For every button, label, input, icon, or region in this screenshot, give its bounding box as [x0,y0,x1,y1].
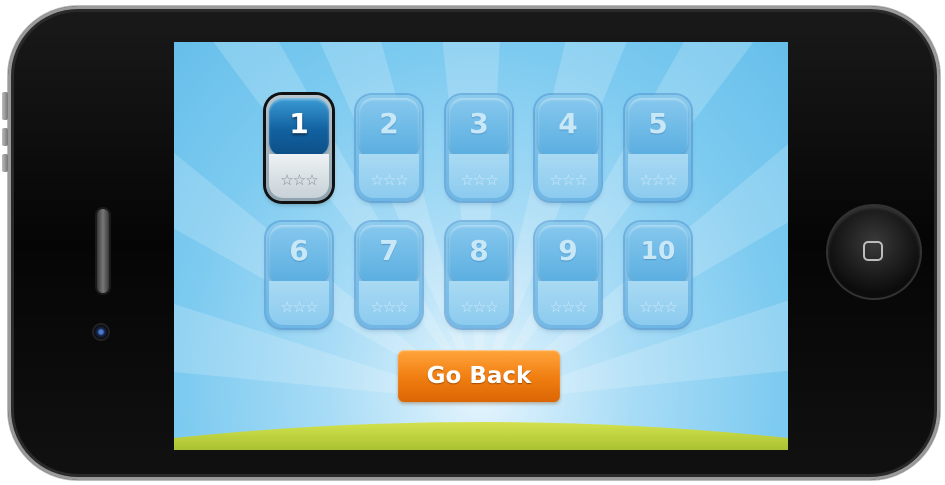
star-outline-icon: ☆☆☆ [460,171,498,189]
level-number: 4 [558,107,578,140]
level-number: 6 [289,234,309,267]
camera-lens-icon [94,325,108,339]
level-number: 10 [640,236,676,265]
level-tile-10[interactable]: 10 ☆☆☆ [625,222,691,328]
level-tile-8[interactable]: 8 ☆☆☆ [446,222,512,328]
level-number: 7 [379,234,399,267]
star-outline-icon: ☆☆☆ [280,298,318,316]
level-number: 3 [469,107,489,140]
star-outline-icon: ☆☆☆ [549,298,587,316]
star-outline-icon: ☆☆☆ [370,171,408,189]
star-outline-icon: ☆☆☆ [370,298,408,316]
star-outline-icon: ☆☆☆ [280,171,318,189]
home-button[interactable] [828,206,920,298]
volume-up-button [2,128,8,146]
star-outline-icon: ☆☆☆ [549,171,587,189]
home-square-icon [863,241,883,261]
level-tile-2[interactable]: 2 ☆☆☆ [356,95,422,201]
level-number: 1 [289,107,309,140]
go-back-button[interactable]: Go Back [398,350,560,402]
level-tile-1[interactable]: 1 ☆☆☆ [266,95,332,201]
grass-ground [174,422,788,450]
level-number: 5 [648,107,668,140]
level-tile-9[interactable]: 9 ☆☆☆ [535,222,601,328]
level-tile-4[interactable]: 4 ☆☆☆ [535,95,601,201]
level-number: 9 [558,234,578,267]
star-outline-icon: ☆☆☆ [639,171,677,189]
level-tile-3[interactable]: 3 ☆☆☆ [446,95,512,201]
level-tile-5[interactable]: 5 ☆☆☆ [625,95,691,201]
speaker-grille [97,209,109,293]
level-tile-6[interactable]: 6 ☆☆☆ [266,222,332,328]
mute-switch [2,92,8,120]
level-number: 2 [379,107,399,140]
star-outline-icon: ☆☆☆ [639,298,677,316]
volume-down-button [2,154,8,172]
level-tile-7[interactable]: 7 ☆☆☆ [356,222,422,328]
level-number: 8 [469,234,489,267]
game-screen: 1 ☆☆☆ 2 ☆☆☆ 3 ☆☆☆ 4 ☆☆☆ 5 ☆☆☆ 6 ☆☆☆ 7 ☆☆… [174,42,788,450]
star-outline-icon: ☆☆☆ [460,298,498,316]
